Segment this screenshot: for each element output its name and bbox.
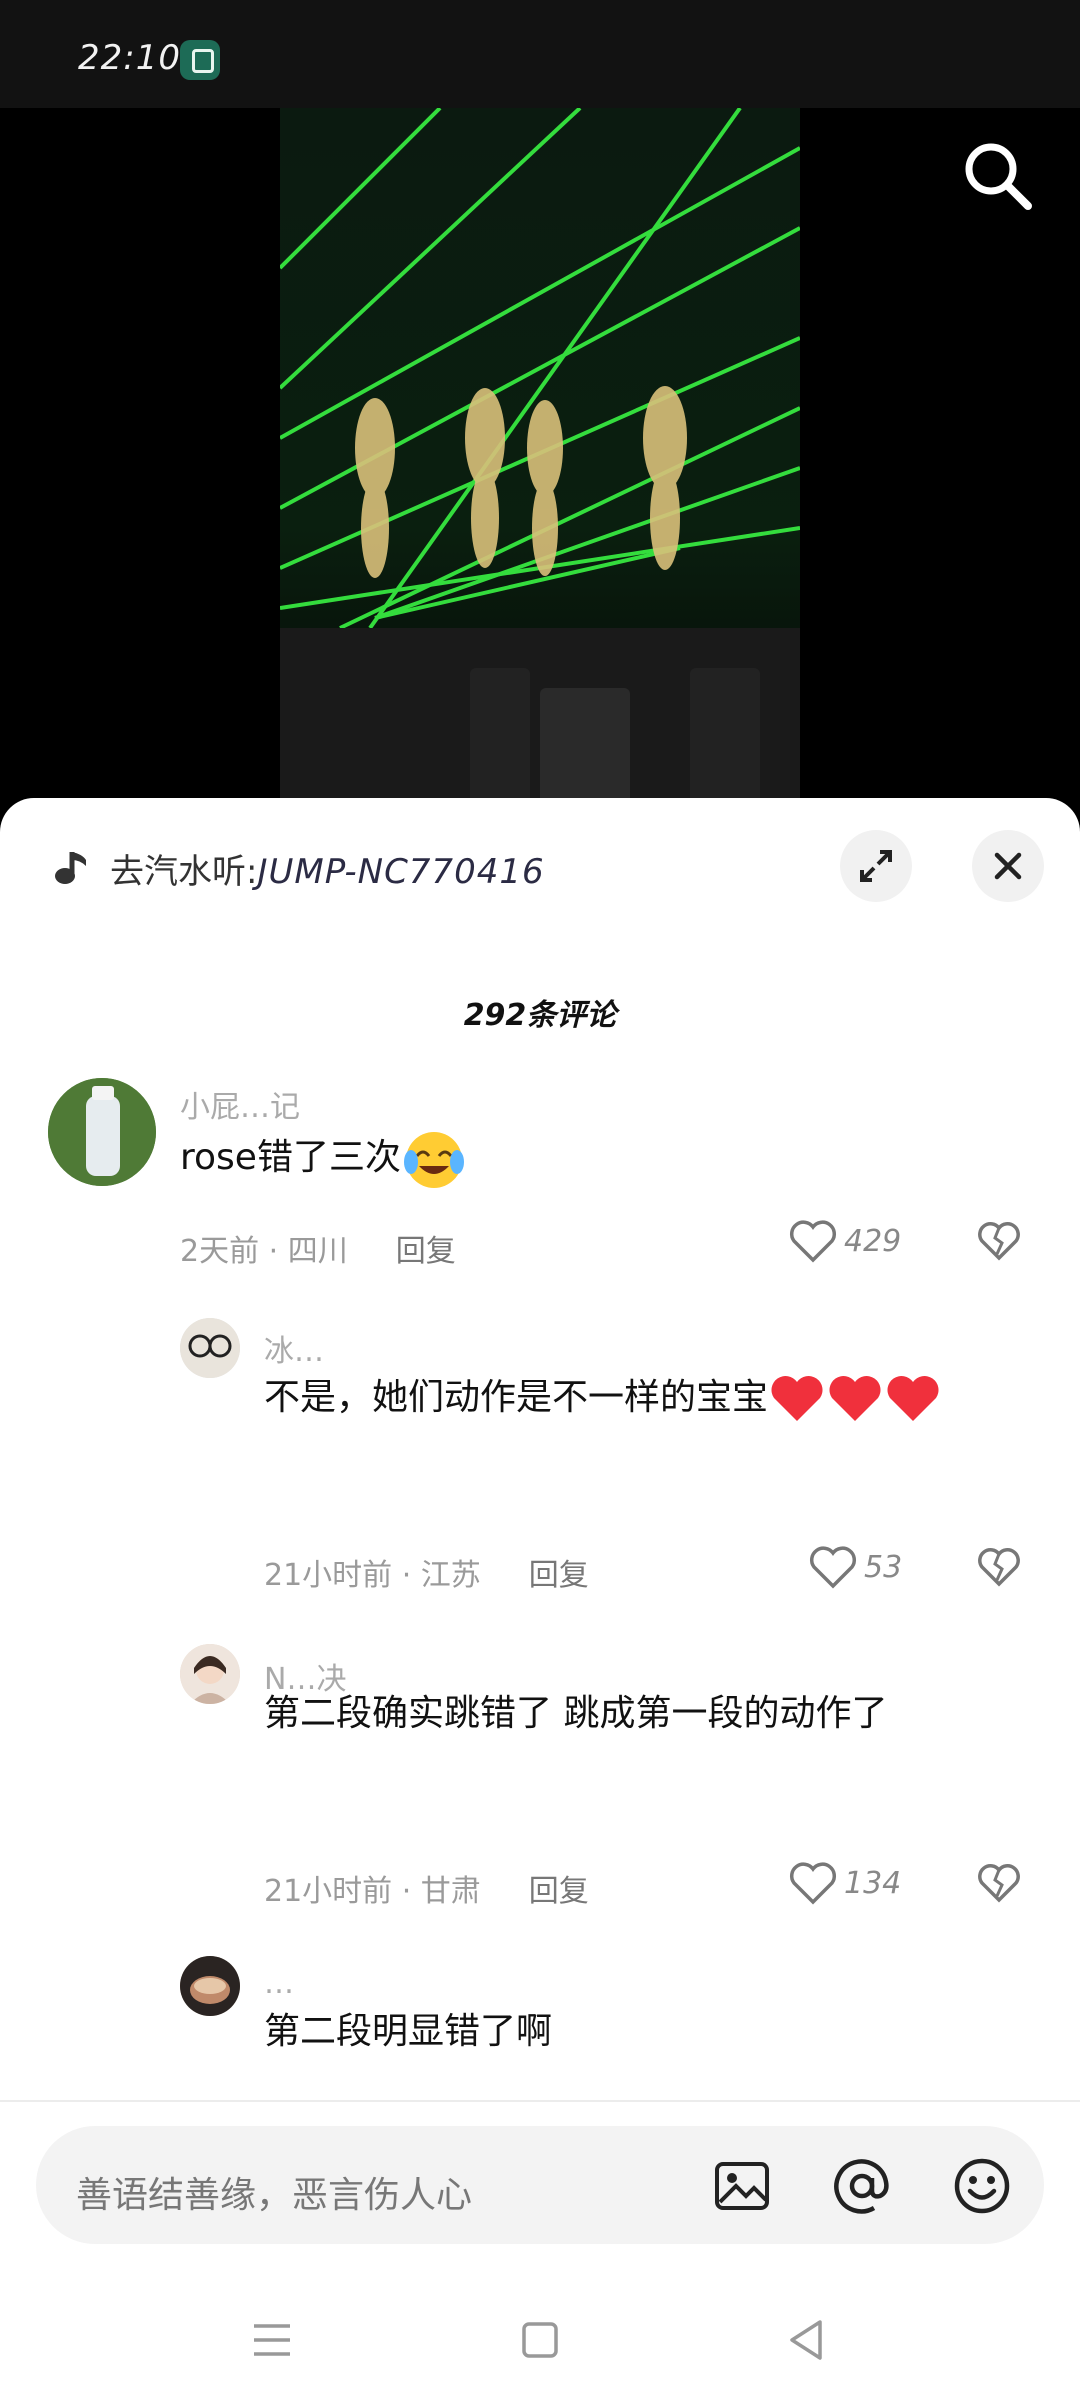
avatar[interactable] [180, 1318, 240, 1378]
comment-time: 21小时前 [264, 1874, 393, 1909]
system-nav-bar [0, 2280, 1080, 2400]
app-notification-icon [180, 40, 220, 80]
laughing-emoji-icon [403, 1132, 464, 1188]
expand-icon [860, 850, 892, 882]
avatar[interactable] [48, 1078, 156, 1186]
red-heart-emoji-icon [771, 1375, 823, 1421]
music-source-link[interactable]: 去汽水听:JUMP-NC770416 [110, 844, 545, 893]
reply-item: 冰… 不是，她们动作是不一样的宝宝 21小时前 · 江苏 回复 53 [0, 1318, 1080, 1618]
back-icon[interactable] [776, 2310, 836, 2370]
comment-text: rose错了三次 [180, 1118, 467, 1198]
avatar[interactable] [180, 1644, 240, 1704]
comment-meta: 2天前 · 四川 回复 [180, 1234, 456, 1269]
status-time: 22:10 [78, 38, 181, 78]
like-button[interactable]: 429 [788, 1218, 901, 1264]
red-heart-emoji-icon [829, 1375, 881, 1421]
comment-input-placeholder: 善语结善缘，恶言伤人心 [76, 2175, 473, 2216]
home-icon[interactable] [510, 2310, 570, 2370]
music-icon [55, 852, 86, 884]
divider [0, 2100, 1080, 2102]
avatar-image [180, 1956, 240, 2016]
avatar-image [48, 1078, 156, 1186]
comment-location: 江苏 [420, 1558, 481, 1593]
comment-location: 甘肃 [420, 1874, 481, 1909]
expand-button[interactable] [840, 830, 912, 902]
heart-icon [789, 1220, 837, 1263]
search-icon[interactable] [960, 138, 1034, 212]
comment-meta: 21小时前 · 江苏 回复 [264, 1558, 589, 1593]
comment-time: 2天前 [180, 1234, 260, 1269]
like-count: 53 [864, 1549, 903, 1585]
comment-time: 21小时前 [264, 1558, 393, 1593]
like-button[interactable]: 134 [788, 1860, 901, 1906]
comment-text: 第二段明显错了啊 [264, 2011, 553, 2052]
heart-icon [809, 1546, 857, 1589]
reply-button[interactable]: 回复 [396, 1234, 456, 1269]
music-label: 去汽水听: [110, 852, 258, 892]
music-code: JUMP-NC770416 [257, 852, 545, 892]
avatar-image [180, 1318, 240, 1378]
status-bar: 22:10 [0, 0, 1080, 108]
reply-button[interactable]: 回复 [529, 1874, 589, 1909]
comment-location: 四川 [287, 1234, 348, 1269]
heart-icon [789, 1862, 837, 1905]
like-count: 134 [844, 1865, 902, 1901]
like-count: 429 [844, 1223, 902, 1259]
image-icon[interactable] [712, 2156, 772, 2216]
comment-text-content: rose错了三次 [180, 1137, 401, 1178]
broken-heart-icon[interactable] [976, 1862, 1022, 1904]
comment-item: 小屁…记 rose错了三次 2天前 · 四川 回复 429 [0, 1078, 1080, 1269]
avatar-image [180, 1644, 240, 1704]
avatar[interactable] [180, 1956, 240, 2016]
comment-text: 不是，她们动作是不一样的宝宝 [264, 1358, 1044, 1438]
sheet-header: 去汽水听:JUMP-NC770416 [0, 798, 1080, 928]
concert-laser-scene [280, 108, 800, 808]
close-icon [994, 852, 1022, 880]
broken-heart-icon[interactable] [976, 1220, 1022, 1262]
red-heart-emoji-icon [887, 1375, 939, 1421]
video-player[interactable] [0, 108, 1080, 808]
close-button[interactable] [972, 830, 1044, 902]
comment-input[interactable]: 善语结善缘，恶言伤人心 [36, 2126, 1044, 2244]
reply-button[interactable]: 回复 [529, 1558, 589, 1593]
concert-video-frame[interactable] [280, 108, 800, 808]
at-icon[interactable] [832, 2156, 892, 2216]
emoji-icon[interactable] [952, 2156, 1012, 2216]
comment-meta: 21小时前 · 甘肃 回复 [264, 1874, 589, 1909]
reply-item: … 第二段明显错了啊 [0, 1956, 1080, 2096]
menu-icon[interactable] [242, 2310, 302, 2370]
like-button[interactable]: 53 [808, 1544, 902, 1590]
comment-text: 第二段确实跳错了 跳成第一段的动作了 [264, 1693, 888, 1734]
reply-item: N…决 第二段确实跳错了 跳成第一段的动作了 21小时前 · 甘肃 回复 134 [0, 1644, 1080, 1934]
comment-text-content: 不是，她们动作是不一样的宝宝 [264, 1377, 769, 1418]
broken-heart-icon[interactable] [976, 1546, 1022, 1588]
comments-count: 292条评论 [463, 998, 617, 1033]
